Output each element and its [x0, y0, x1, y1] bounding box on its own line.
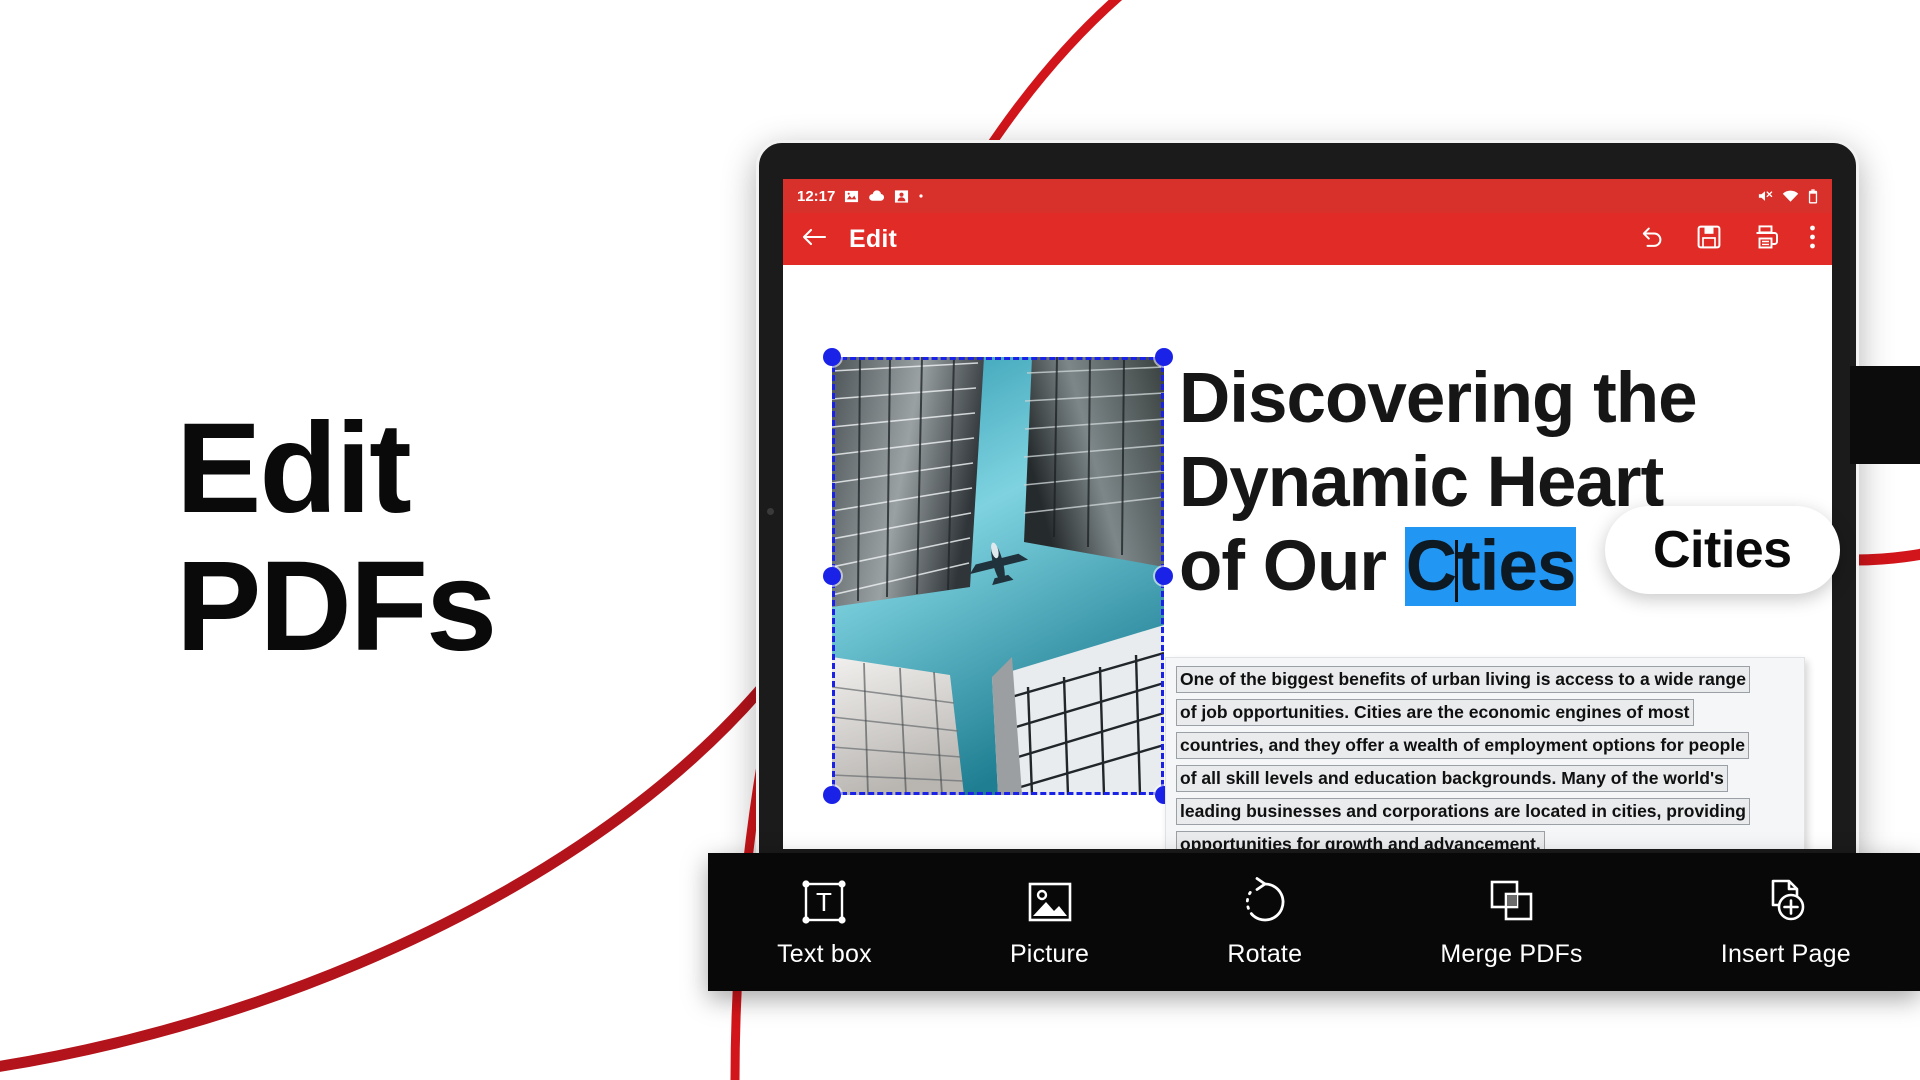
toolbar-label: Merge PDFs [1440, 940, 1583, 968]
resize-handle-bottom-left[interactable] [823, 786, 841, 804]
toolbar-item-insert-page[interactable]: Insert Page [1721, 875, 1851, 969]
toolbar-label: Insert Page [1720, 940, 1851, 968]
print-icon[interactable] [1752, 224, 1779, 255]
dot-icon [918, 193, 924, 199]
svg-text:T: T [816, 887, 832, 917]
tablet-side-accent [1850, 366, 1920, 464]
resize-handle-middle-left[interactable] [823, 567, 841, 585]
paragraph-line: countries, and they offer a wealth of em… [1176, 732, 1749, 760]
promo-line-1: Edit [176, 397, 412, 540]
text-box-icon: T [797, 875, 851, 929]
toolbar-item-text-box[interactable]: T Text box [777, 875, 872, 969]
toolbar-label: Picture [1009, 940, 1090, 968]
toolbar-label: Text box [777, 940, 872, 968]
toolbar-item-rotate[interactable]: Rotate [1227, 875, 1302, 969]
screenshot-root: Edit PDFs 12:17 Edit Discovering the Dyn… [0, 0, 1920, 1080]
status-bar-time: 12:17 [797, 187, 836, 205]
battery-icon [1808, 188, 1818, 204]
picture-icon [1023, 875, 1077, 929]
insert-page-icon [1759, 875, 1813, 929]
resize-handle-top-left[interactable] [823, 348, 841, 366]
toolbar-label: Rotate [1227, 940, 1303, 968]
back-arrow-icon[interactable] [801, 225, 827, 254]
save-icon[interactable] [1696, 224, 1722, 255]
paragraph-line: of all skill levels and education backgr… [1176, 765, 1728, 793]
paragraph-text-object[interactable]: One of the biggest benefits of urban liv… [1165, 657, 1805, 849]
selected-text-after-caret: ties [1456, 526, 1576, 606]
contact-icon [894, 189, 909, 204]
more-options-icon[interactable] [1809, 224, 1816, 255]
cities-callout: Cities [1605, 506, 1840, 594]
resize-handle-middle-right[interactable] [1155, 567, 1173, 585]
cloud-icon [868, 189, 885, 203]
paragraph-line: of job opportunities. Cities are the eco… [1176, 699, 1694, 727]
toolbar-item-merge-pdfs[interactable]: Merge PDFs [1440, 875, 1582, 969]
undo-icon[interactable] [1639, 224, 1666, 255]
resize-handle-top-right[interactable] [1155, 348, 1173, 366]
headline-line-1: Discovering the [1179, 359, 1698, 438]
rotate-icon [1238, 875, 1292, 929]
selected-text-run[interactable]: Cties [1404, 526, 1576, 606]
paragraph-line: One of the biggest benefits of urban liv… [1176, 666, 1750, 694]
paragraph-line: opportunities for growth and advancement… [1176, 831, 1545, 849]
selected-image-object[interactable] [823, 348, 1173, 804]
toolbar-item-picture[interactable]: Picture [1010, 875, 1089, 969]
volume-off-icon [1757, 189, 1773, 203]
image-icon [844, 189, 859, 204]
selected-text-before-caret: C [1405, 526, 1457, 606]
status-bar: 12:17 [783, 179, 1832, 213]
promo-headline: Edit PDFs [176, 397, 497, 679]
front-camera-icon [767, 508, 774, 515]
app-bar-title: Edit [849, 224, 898, 253]
promo-line-2: PDFs [176, 535, 497, 679]
app-bar: Edit [783, 213, 1832, 265]
image-selection-border [832, 357, 1164, 795]
bottom-toolbar: T Text box Picture Rotate Merge PDFs Ins… [708, 853, 1920, 991]
headline-line-3-prefix: of Our [1179, 526, 1405, 606]
wifi-icon [1782, 190, 1799, 203]
merge-pdfs-icon [1484, 875, 1538, 929]
paragraph-line: leading businesses and corporations are … [1176, 798, 1750, 826]
